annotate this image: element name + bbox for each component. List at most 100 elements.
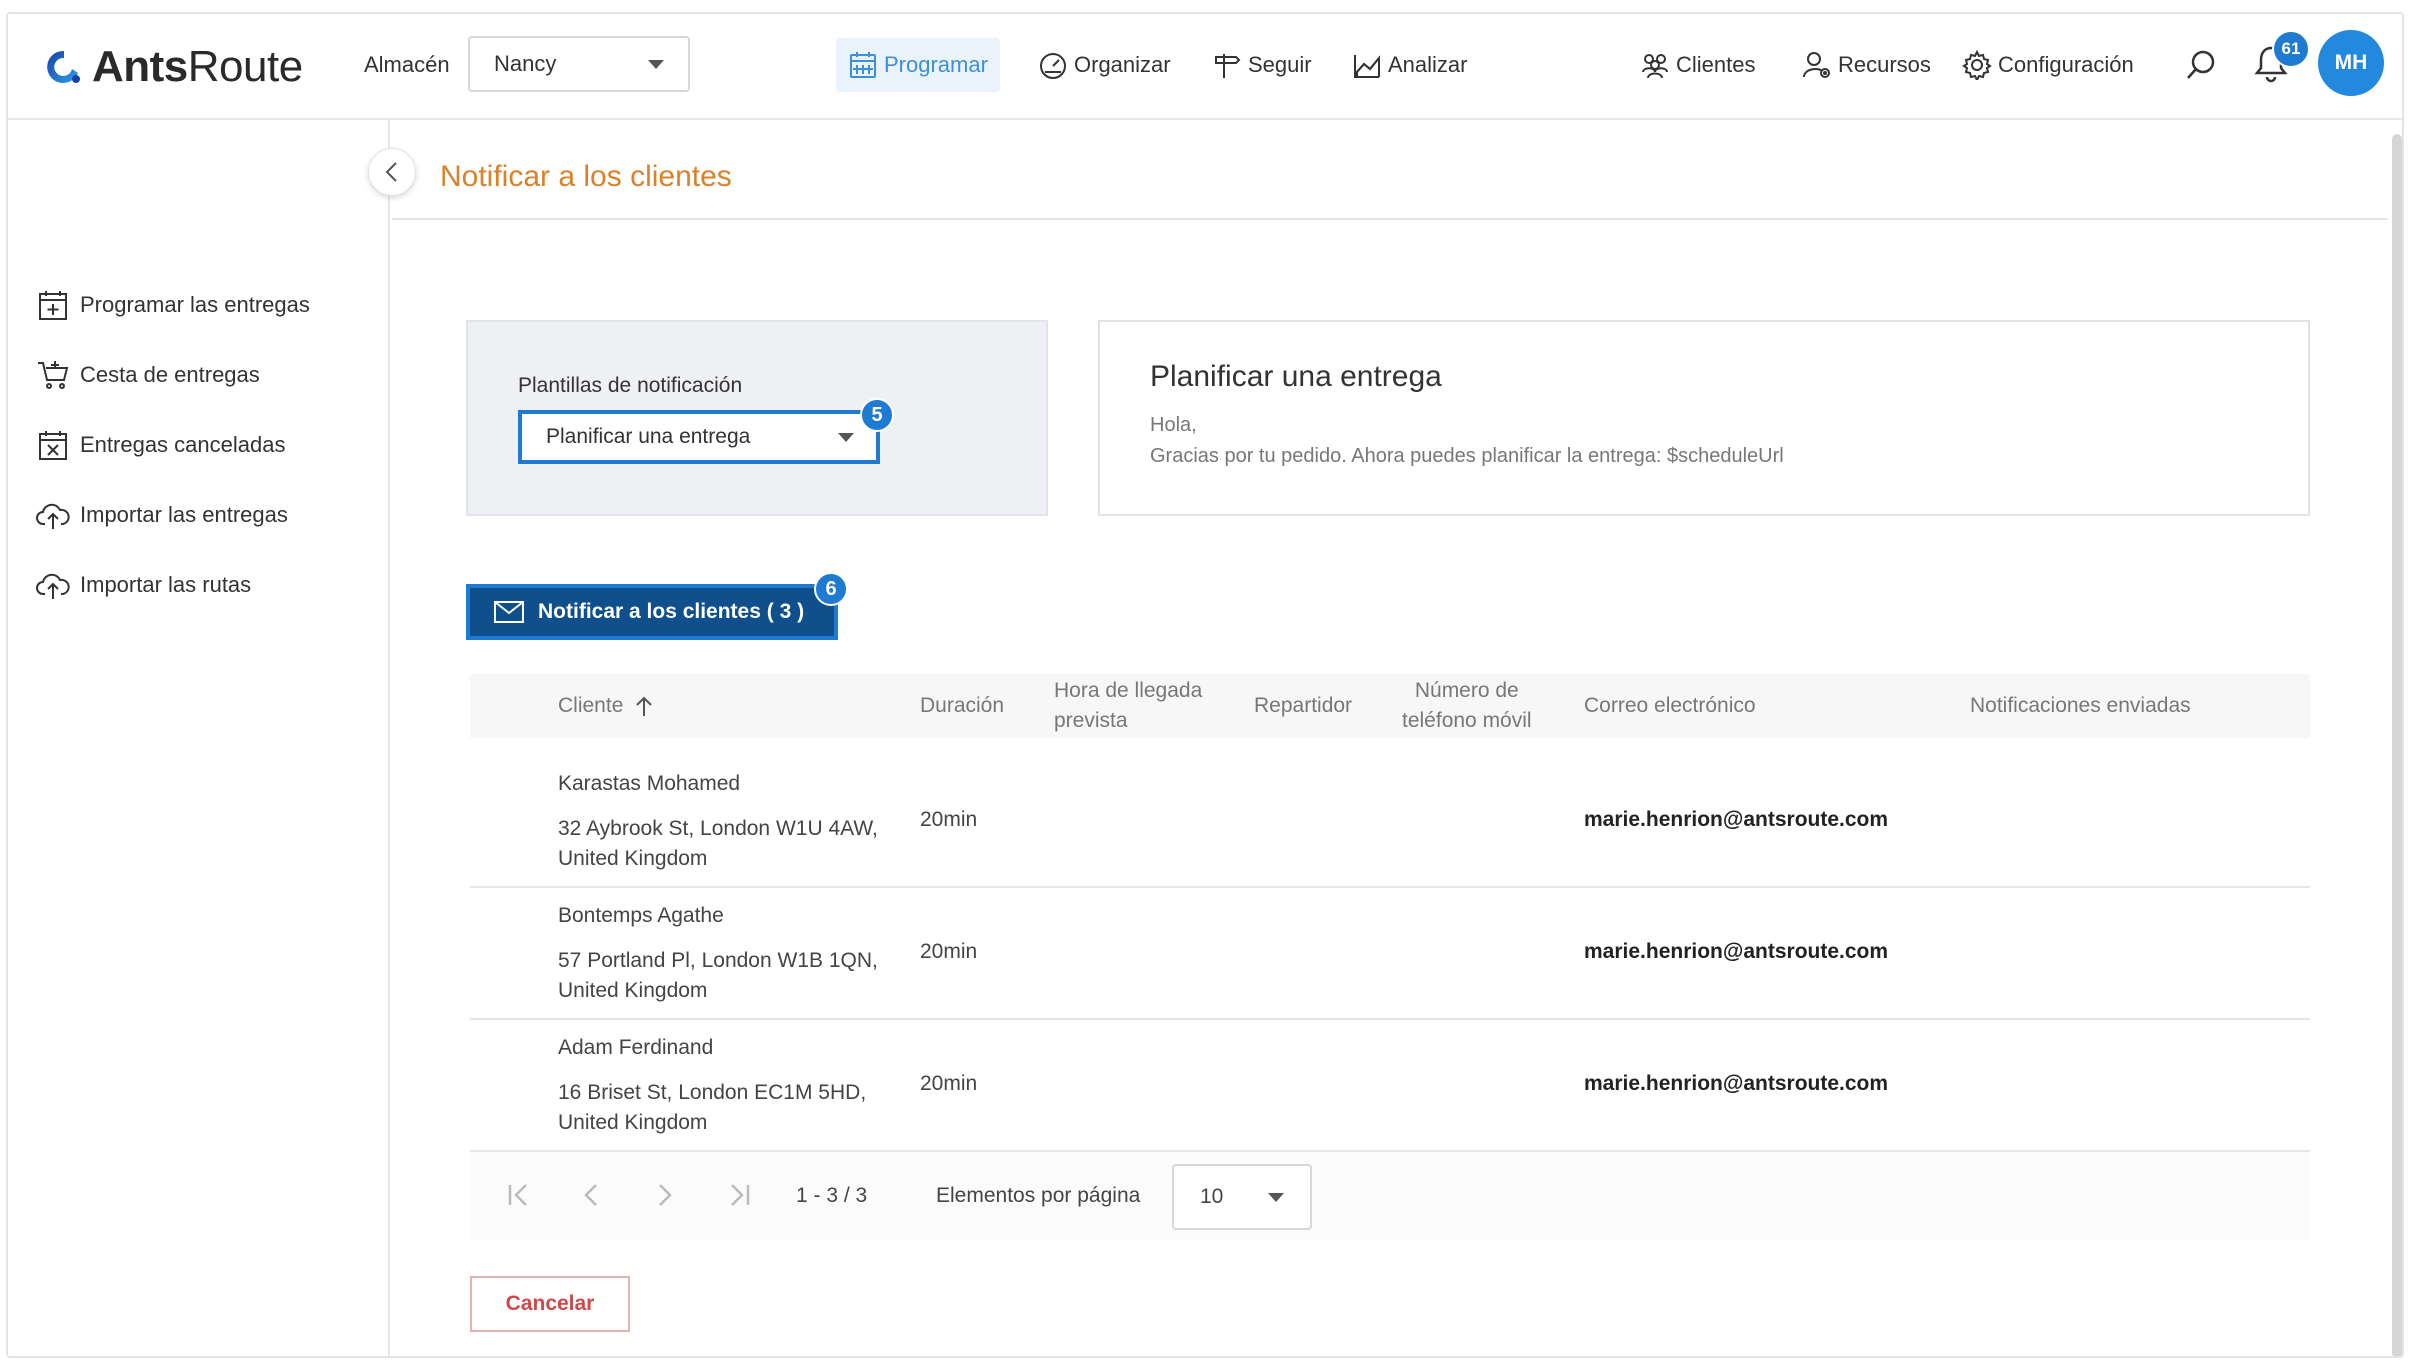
nav-clientes[interactable]: Clientes bbox=[1628, 38, 1767, 92]
header-line: teléfono móvil bbox=[1402, 709, 1532, 732]
nav-programar[interactable]: Programar bbox=[836, 38, 1000, 92]
nav-label: Analizar bbox=[1388, 52, 1468, 77]
notify-clients-label: Notificar a los clientes ( 3 ) bbox=[538, 600, 805, 623]
sidebar-item-importar-entregas[interactable]: Importar las entregas bbox=[36, 498, 288, 532]
calendar-grid-icon bbox=[850, 52, 876, 78]
step-marker: 5 bbox=[860, 398, 894, 432]
preview-title: Planificar una entrega bbox=[1150, 360, 1442, 393]
per-page-select[interactable]: 10 bbox=[1172, 1164, 1312, 1230]
warehouse-label: Almacén bbox=[364, 52, 450, 77]
client-name: Bontemps Agathe bbox=[558, 904, 724, 927]
chevron-down-icon bbox=[838, 432, 854, 442]
nav-label: Seguir bbox=[1248, 52, 1312, 77]
per-page-value: 10 bbox=[1200, 1185, 1224, 1208]
table-row[interactable]: Bontemps Agathe 57 Portland Pl, London W… bbox=[470, 888, 2310, 1020]
column-header-notificaciones: Notificaciones enviadas bbox=[1970, 694, 2191, 717]
duration-value: 20min bbox=[920, 940, 978, 963]
sidebar-item-label: Programar las entregas bbox=[80, 292, 310, 317]
address-line: 32 Aybrook St, London W1U 4AW, bbox=[558, 817, 878, 840]
header-label: Cliente bbox=[558, 694, 624, 717]
mail-icon bbox=[494, 601, 524, 623]
column-header-eta: Hora de llegada prevista bbox=[1054, 676, 1202, 736]
table-header: Cliente Duración Hora de llegada previst… bbox=[470, 674, 2310, 738]
client-address: 32 Aybrook St, London W1U 4AW, United Ki… bbox=[558, 814, 898, 874]
divider bbox=[392, 218, 2388, 220]
sidebar-item-canceladas[interactable]: Entregas canceladas bbox=[36, 428, 285, 462]
sidebar-item-programar-entregas[interactable]: Programar las entregas bbox=[36, 288, 310, 322]
sidebar-item-importar-rutas[interactable]: Importar las rutas bbox=[36, 568, 251, 602]
column-header-repartidor: Repartidor bbox=[1254, 694, 1353, 717]
previous-page-icon[interactable] bbox=[580, 1182, 604, 1208]
template-select[interactable]: Planificar una entrega bbox=[518, 410, 880, 464]
sidebar-item-cesta[interactable]: Cesta de entregas bbox=[36, 358, 260, 392]
table-spacer bbox=[470, 738, 2310, 756]
gear-icon bbox=[1962, 50, 1992, 80]
address-line: 16 Briset St, London EC1M 5HD, bbox=[558, 1081, 867, 1104]
warehouse-value: Nancy bbox=[494, 51, 557, 76]
nav-recursos[interactable]: Recursos bbox=[1790, 38, 1943, 92]
client-address: 57 Portland Pl, London W1B 1QN, United K… bbox=[558, 946, 898, 1006]
calendar-plus-icon bbox=[39, 291, 67, 320]
nav-seguir[interactable]: Seguir bbox=[1200, 38, 1324, 92]
nav-organizar[interactable]: Organizar bbox=[1026, 38, 1183, 92]
address-line: United Kingdom bbox=[558, 1111, 708, 1134]
avatar[interactable]: MH bbox=[2318, 30, 2384, 96]
preview-line: Hola, bbox=[1150, 414, 1197, 436]
page-title: Notificar a los clientes bbox=[440, 160, 732, 193]
table-row[interactable]: Adam Ferdinand 16 Briset St, London EC1M… bbox=[470, 1020, 2310, 1152]
last-page-icon[interactable] bbox=[724, 1182, 752, 1208]
chevron-down-icon bbox=[1268, 1192, 1284, 1202]
chart-icon bbox=[1354, 55, 1380, 78]
user-gear-icon bbox=[1803, 52, 1830, 78]
sidebar-item-label: Entregas canceladas bbox=[80, 432, 286, 457]
template-value: Planificar una entrega bbox=[546, 425, 751, 448]
page-range: 1 - 3 / 3 bbox=[796, 1184, 868, 1207]
table-row[interactable]: Karastas Mohamed 32 Aybrook St, London W… bbox=[470, 756, 2310, 888]
nav-label: Configuración bbox=[1998, 52, 2134, 77]
column-header-duracion: Duración bbox=[920, 694, 1005, 717]
address-line: 57 Portland Pl, London W1B 1QN, bbox=[558, 949, 878, 972]
header-line: prevista bbox=[1054, 709, 1128, 732]
template-preview: Planificar una entrega Hola, Gracias por… bbox=[1098, 320, 2310, 516]
people-icon bbox=[1642, 54, 1668, 79]
logo-text: AntsRoute bbox=[92, 42, 303, 91]
address-line: United Kingdom bbox=[558, 979, 708, 1002]
logo[interactable]: AntsRoute bbox=[44, 42, 303, 92]
collapse-sidebar-button[interactable] bbox=[368, 148, 416, 196]
column-header-correo: Correo electrónico bbox=[1584, 694, 1756, 717]
preview-line: Gracias por tu pedido. Ahora puedes plan… bbox=[1150, 445, 1784, 467]
address-line: United Kingdom bbox=[558, 847, 708, 870]
warehouse-select[interactable]: Nancy bbox=[468, 36, 690, 92]
notify-clients-button[interactable]: Notificar a los clientes ( 3 ) bbox=[466, 584, 838, 640]
client-address: 16 Briset St, London EC1M 5HD, United Ki… bbox=[558, 1078, 898, 1138]
next-page-icon[interactable] bbox=[652, 1182, 676, 1208]
search-icon[interactable] bbox=[2184, 48, 2218, 82]
paginator: 1 - 3 / 3 Elementos por página 10 bbox=[470, 1152, 2310, 1240]
step-marker: 6 bbox=[814, 572, 848, 606]
calendar-x-icon bbox=[39, 431, 67, 460]
per-page-label: Elementos por página bbox=[936, 1184, 1141, 1207]
nav-analizar[interactable]: Analizar bbox=[1340, 38, 1479, 92]
column-header-cliente[interactable]: Cliente bbox=[558, 691, 653, 721]
gauge-icon bbox=[1040, 53, 1066, 79]
cloud-upload-icon bbox=[36, 503, 70, 529]
nav-configuracion[interactable]: Configuración bbox=[1950, 38, 2146, 92]
client-name: Adam Ferdinand bbox=[558, 1036, 714, 1059]
header-line: Número de bbox=[1414, 679, 1519, 702]
duration-value: 20min bbox=[920, 808, 978, 831]
email-value: marie.henrion@antsroute.com bbox=[1584, 1072, 1889, 1095]
sidebar-item-label: Importar las rutas bbox=[80, 572, 252, 597]
template-panel: Plantillas de notificación Planificar un… bbox=[466, 320, 1048, 516]
email-value: marie.henrion@antsroute.com bbox=[1584, 940, 1889, 963]
nav-label: Programar bbox=[884, 52, 988, 77]
duration-value: 20min bbox=[920, 1072, 978, 1095]
chevron-down-icon bbox=[648, 59, 664, 69]
cloud-upload-icon bbox=[36, 573, 70, 599]
first-page-icon[interactable] bbox=[506, 1182, 534, 1208]
header-line: Hora de llegada bbox=[1054, 679, 1203, 702]
template-label: Plantillas de notificación bbox=[518, 374, 743, 397]
signpost-icon bbox=[1215, 54, 1241, 78]
cancel-button[interactable]: Cancelar bbox=[470, 1276, 630, 1332]
scrollbar[interactable] bbox=[2392, 134, 2402, 1356]
logo-icon bbox=[47, 50, 80, 83]
